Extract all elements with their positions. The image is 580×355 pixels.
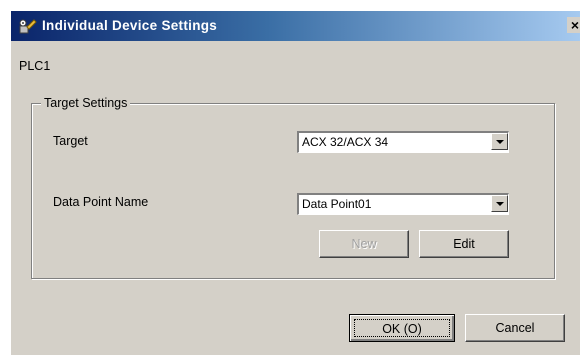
- dialog-title: Individual Device Settings: [42, 18, 218, 33]
- title-bar[interactable]: Individual Device Settings ×: [11, 11, 580, 41]
- device-name-label: PLC1: [19, 59, 51, 73]
- data-point-name-label: Data Point Name: [53, 195, 149, 209]
- data-point-select[interactable]: Data Point01: [297, 193, 509, 215]
- target-select[interactable]: ACX 32/ACX 34: [297, 131, 509, 153]
- edit-button[interactable]: Edit: [419, 230, 509, 258]
- close-button[interactable]: ×: [567, 17, 580, 33]
- device-settings-dialog: Individual Device Settings × PLC1 Target…: [10, 10, 580, 355]
- chevron-down-icon[interactable]: [491, 133, 508, 150]
- cancel-button[interactable]: Cancel: [465, 314, 565, 342]
- chevron-down-icon[interactable]: [491, 195, 508, 212]
- group-legend: Target Settings: [41, 96, 131, 110]
- target-select-value: ACX 32/ACX 34: [302, 135, 389, 149]
- new-button[interactable]: New: [319, 230, 409, 258]
- settings-tool-icon: [19, 17, 37, 35]
- ok-button[interactable]: OK (O): [349, 314, 455, 342]
- data-point-select-value: Data Point01: [302, 197, 372, 211]
- target-label: Target: [53, 134, 88, 148]
- ok-button-label: OK (O): [354, 319, 450, 337]
